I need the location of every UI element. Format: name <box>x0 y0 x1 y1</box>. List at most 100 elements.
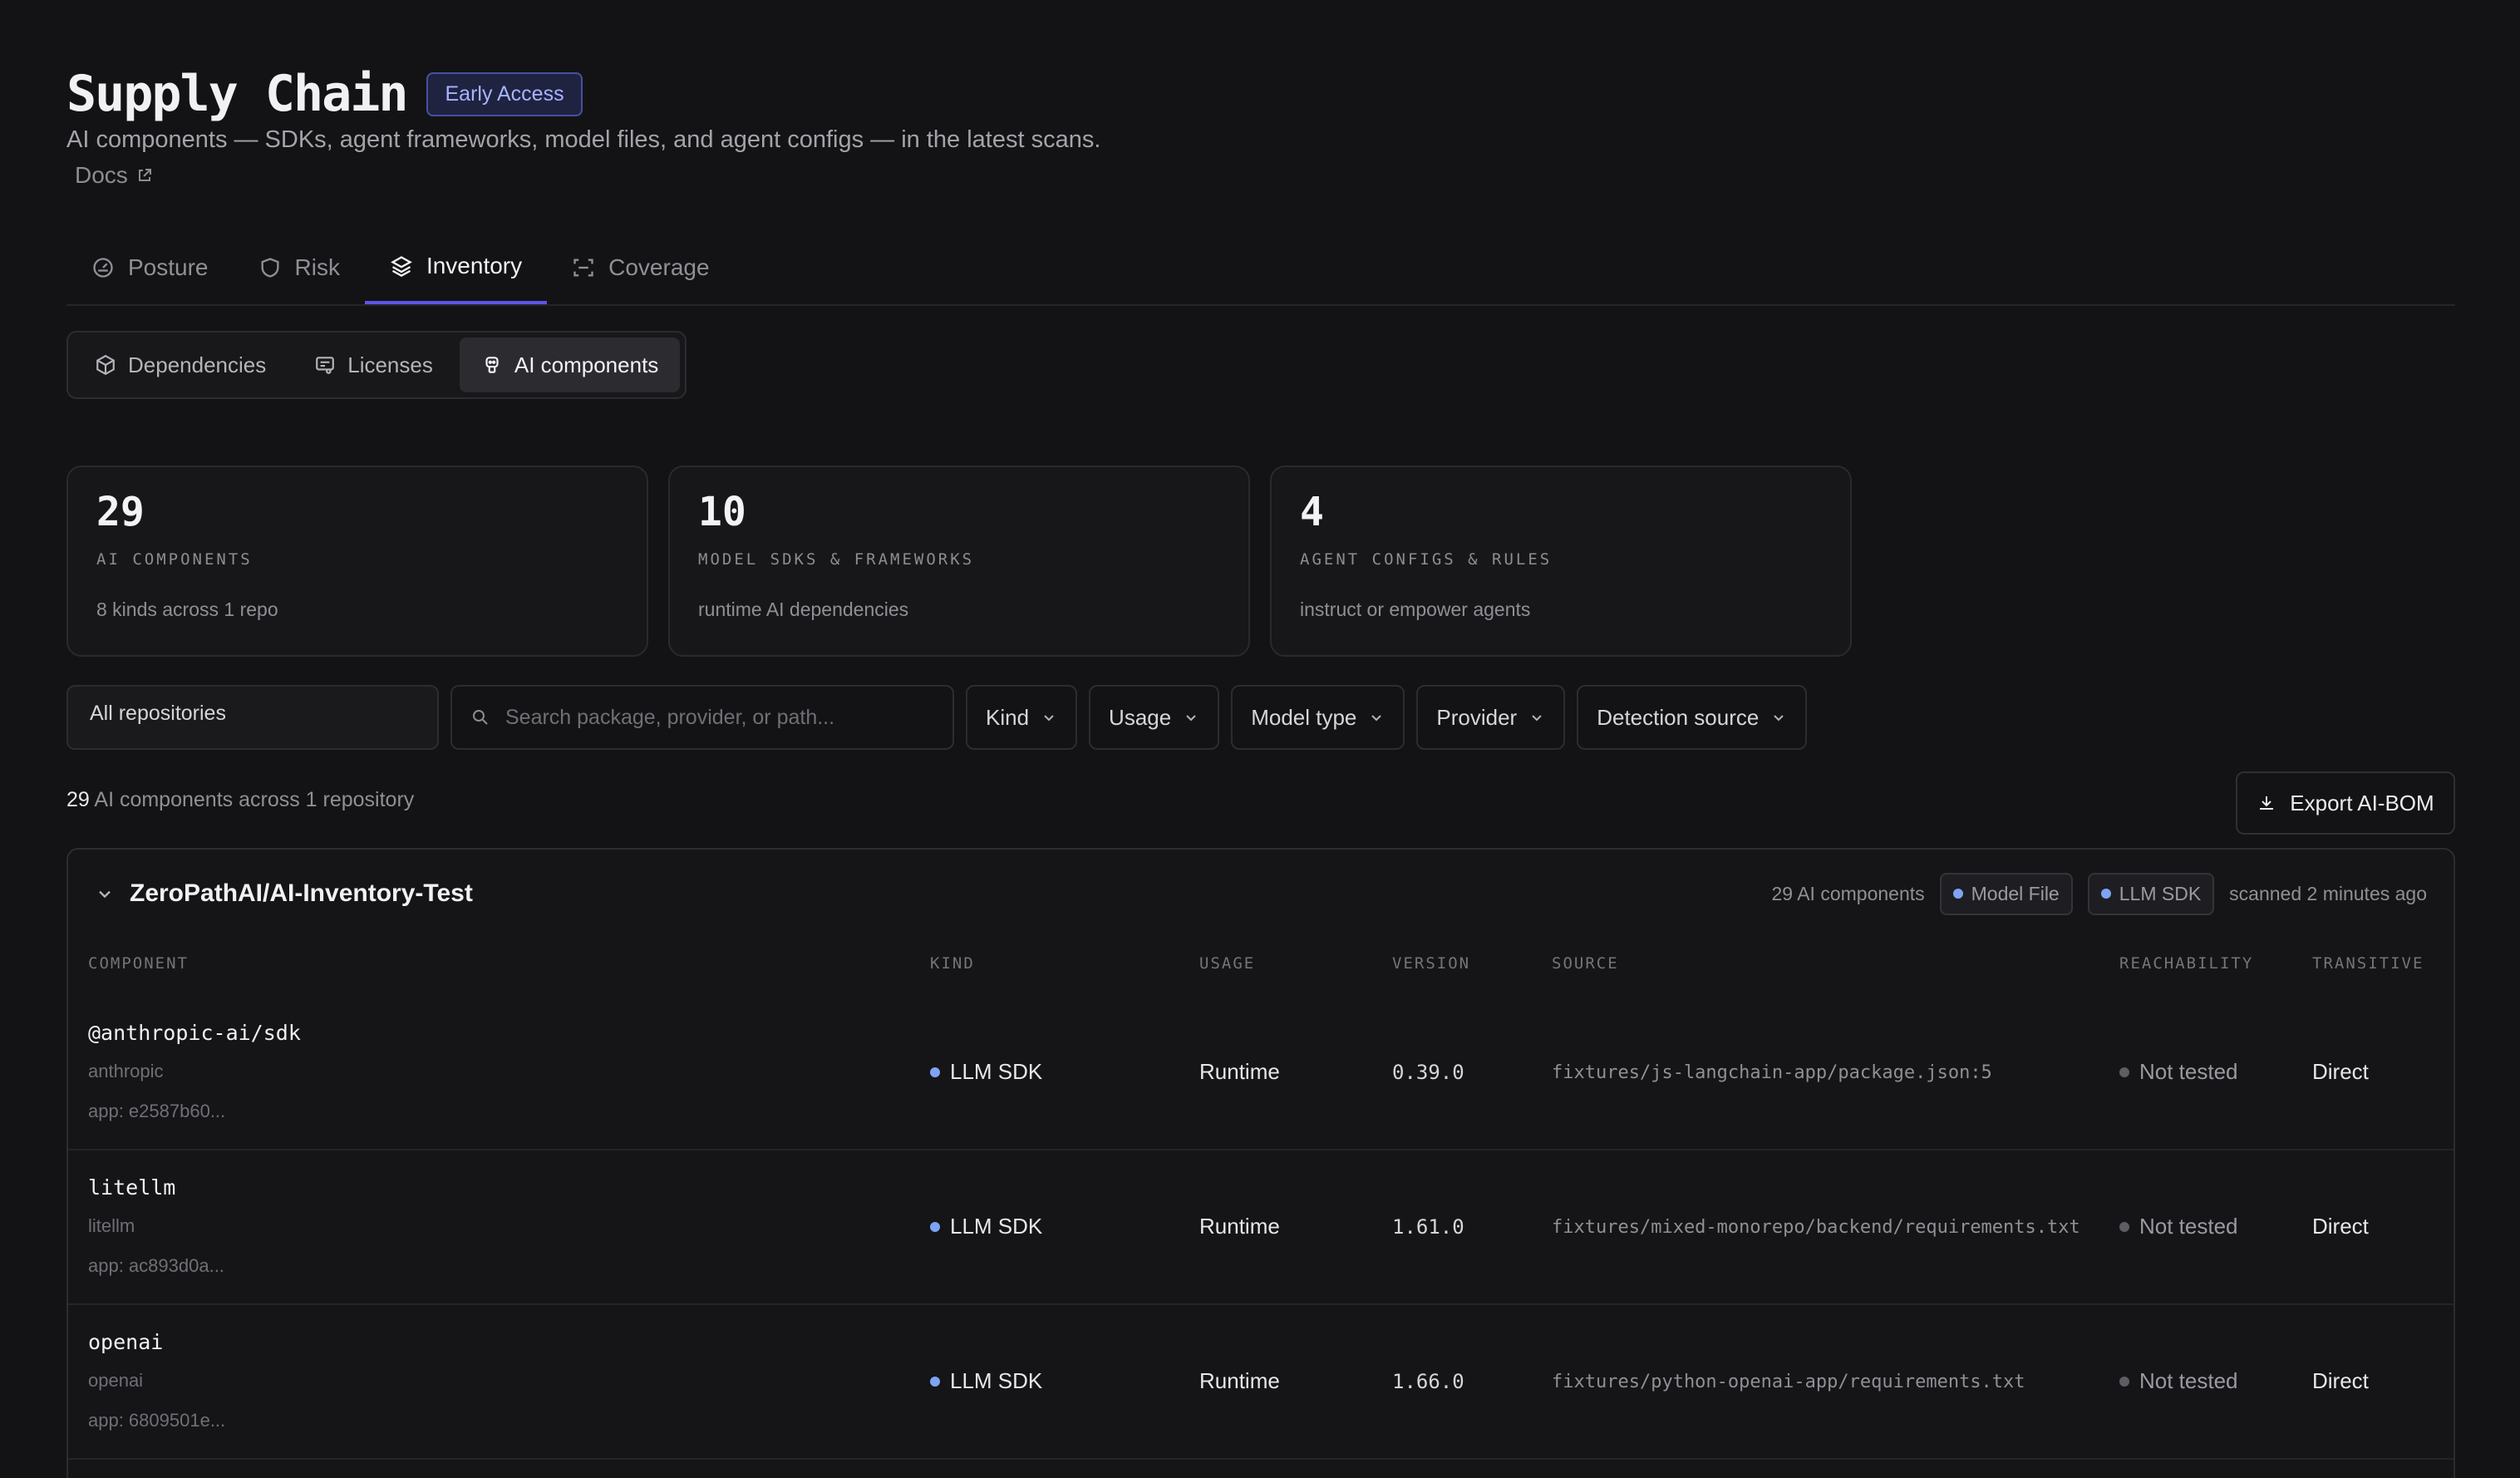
tab-risk[interactable]: Risk <box>234 231 365 304</box>
reachability-label: Not tested <box>2139 1368 2238 1393</box>
export-label: Export AI-BOM <box>2290 790 2434 815</box>
package-icon <box>96 354 115 376</box>
dot-icon <box>2119 1221 2129 1232</box>
column-header-source[interactable]: SOURCE <box>1552 954 1619 973</box>
stat-description: instruct or empower agents <box>1300 599 1531 620</box>
download-icon <box>2260 796 2274 810</box>
dot-icon <box>930 1376 940 1387</box>
component-provider: anthropic <box>88 1061 164 1081</box>
column-header-reachability[interactable]: REACHABILITY <box>2119 954 2253 973</box>
subtab-dependencies[interactable]: Dependencies <box>73 337 288 392</box>
stat-description: runtime AI dependencies <box>698 599 909 620</box>
component-source[interactable]: fixtures/js-langchain-app/package.json:5 <box>1552 1062 1992 1083</box>
scanned-time: scanned 2 minutes ago <box>2229 882 2427 904</box>
results-text: AI components across 1 repository <box>94 788 415 811</box>
repository-header[interactable]: ZeroPathAI/AI-Inventory-Test 29 AI compo… <box>68 850 2454 938</box>
page-header: Supply Chain Early Access AI components … <box>66 65 1100 189</box>
column-header-transitive[interactable]: TRANSITIVE <box>2312 954 2424 973</box>
model-type-filter-label: Model type <box>1251 704 1357 730</box>
table-row[interactable]: litellm litellm app: ac893d0a... LLM SDK… <box>68 1150 2454 1305</box>
provider-filter[interactable]: Provider <box>1416 685 1566 750</box>
kind-chip-model-file: Model File <box>1939 872 2073 915</box>
chevron-down-icon <box>1186 715 1196 722</box>
kind-filter[interactable]: Kind <box>966 685 1078 750</box>
results-count: 29 <box>66 788 90 811</box>
component-provider: openai <box>88 1370 144 1391</box>
table-row[interactable]: openai openai app: 6809501e... LLM SDK R… <box>68 1305 2454 1460</box>
early-access-badge: Early Access <box>426 71 583 116</box>
chip-label: Model File <box>1971 882 2060 904</box>
component-kind: LLM SDK <box>930 1059 1042 1085</box>
component-version: 1.61.0 <box>1392 1215 1464 1239</box>
subtab-label: Licenses <box>347 352 433 377</box>
column-header-usage[interactable]: USAGE <box>1199 954 1255 973</box>
external-link-icon <box>138 169 151 181</box>
layers-icon <box>391 256 412 278</box>
repository-select[interactable]: All repositories <box>66 685 439 750</box>
tab-posture[interactable]: Posture <box>66 231 234 304</box>
inventory-subtabs: Dependencies Licenses AI components <box>66 331 687 399</box>
component-app: app: ac893d0a... <box>88 1255 224 1276</box>
column-header-component[interactable]: COMPONENT <box>88 954 189 973</box>
stat-card-ai-components: 29 AI COMPONENTS 8 kinds across 1 repo <box>66 466 648 657</box>
column-header-kind[interactable]: KIND <box>930 954 975 973</box>
shield-icon <box>261 258 278 278</box>
tab-label: Coverage <box>608 254 710 280</box>
kind-filter-label: Kind <box>986 704 1030 730</box>
dot-icon <box>2100 889 2111 899</box>
component-version: 0.39.0 <box>1392 1061 1464 1084</box>
results-summary: 29 AI components across 1 repository <box>66 788 414 812</box>
tab-inventory[interactable]: Inventory <box>364 231 548 304</box>
dot-icon <box>2119 1067 2129 1077</box>
component-app: app: 6809501e... <box>88 1410 226 1431</box>
kind-label: LLM SDK <box>950 1214 1043 1239</box>
detection-source-filter-label: Detection source <box>1597 704 1760 730</box>
repository-meta: 29 AI components Model File LLM SDK scan… <box>1771 872 2427 915</box>
chevron-down-icon[interactable] <box>95 884 115 904</box>
robot-icon <box>485 357 499 373</box>
tab-label: Risk <box>294 254 340 280</box>
column-header-version[interactable]: VERSION <box>1392 954 1470 973</box>
docs-link[interactable]: Docs <box>75 162 1100 189</box>
component-source[interactable]: fixtures/python-openai-app/requirements.… <box>1552 1372 2025 1392</box>
reachability-label: Not tested <box>2139 1059 2238 1084</box>
subtab-label: AI components <box>514 352 659 377</box>
page-subtitle: AI components — SDKs, agent frameworks, … <box>66 126 1101 153</box>
component-provider: litellm <box>88 1215 135 1236</box>
usage-filter[interactable]: Usage <box>1089 685 1220 750</box>
chip-label: LLM SDK <box>2119 882 2202 904</box>
component-name: @anthropic-ai/sdk <box>88 1021 301 1045</box>
component-reachability: Not tested <box>2119 1059 2238 1085</box>
stat-card-agent-configs: 4 AGENT CONFIGS & RULES instruct or empo… <box>1270 466 1852 657</box>
license-icon <box>316 357 335 374</box>
export-ai-bom-button[interactable]: Export AI-BOM <box>2236 771 2455 835</box>
stat-label: AGENT CONFIGS & RULES <box>1300 550 1553 569</box>
stat-label: AI COMPONENTS <box>96 550 253 569</box>
component-source[interactable]: fixtures/mixed-monorepo/backend/requirem… <box>1552 1217 2080 1238</box>
subtab-label: Dependencies <box>128 352 267 377</box>
reachability-label: Not tested <box>2139 1214 2238 1239</box>
gauge-icon <box>93 258 113 278</box>
kind-label: LLM SDK <box>950 1368 1043 1393</box>
search-input[interactable]: Search package, provider, or path... <box>450 685 954 750</box>
model-type-filter[interactable]: Model type <box>1231 685 1405 750</box>
filter-bar: All repositories Search package, provide… <box>66 685 1808 750</box>
component-name: openai <box>88 1330 164 1354</box>
stat-value: 4 <box>1300 489 1324 535</box>
chevron-down-icon <box>1044 715 1054 722</box>
subtab-ai-components[interactable]: AI components <box>459 337 681 392</box>
table-row[interactable]: @anthropic-ai/sdk anthropic app: e2587b6… <box>68 996 2454 1150</box>
kind-chip-llm-sdk: LLM SDK <box>2087 872 2215 915</box>
tab-label: Posture <box>128 254 209 280</box>
stat-description: 8 kinds across 1 repo <box>96 599 278 620</box>
usage-filter-label: Usage <box>1109 704 1172 730</box>
dot-icon <box>1952 889 1963 899</box>
subtab-licenses[interactable]: Licenses <box>293 337 455 392</box>
repository-component-count: 29 AI components <box>1771 882 1925 904</box>
component-kind: LLM SDK <box>930 1214 1042 1239</box>
tab-coverage[interactable]: Coverage <box>547 231 734 304</box>
component-transitive: Direct <box>2312 1059 2369 1084</box>
detection-source-filter[interactable]: Detection source <box>1577 685 1808 750</box>
stat-value: 29 <box>96 489 145 535</box>
docs-label: Docs <box>75 162 128 188</box>
